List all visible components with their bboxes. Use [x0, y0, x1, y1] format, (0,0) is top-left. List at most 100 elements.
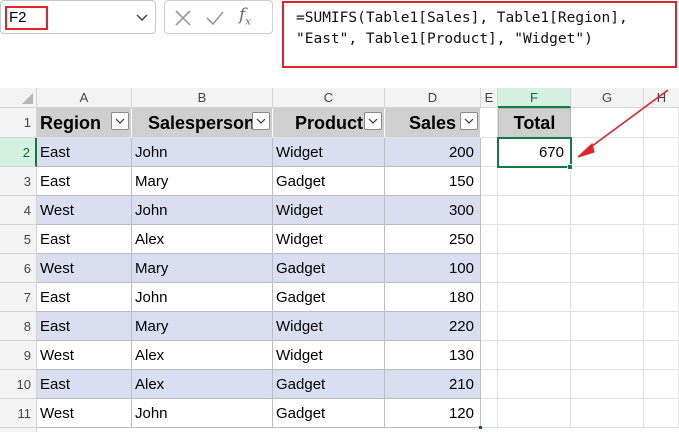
- table-resize-handle[interactable]: [479, 426, 482, 429]
- table-cell[interactable]: 300: [385, 196, 481, 225]
- empty-cell[interactable]: [481, 196, 498, 225]
- column-header-a[interactable]: A: [37, 88, 132, 108]
- empty-cell[interactable]: [498, 283, 571, 312]
- table-cell[interactable]: John: [132, 196, 273, 225]
- table-cell[interactable]: 120: [385, 399, 481, 428]
- table-cell[interactable]: East: [37, 312, 132, 341]
- table-cell[interactable]: Gadget: [273, 370, 385, 399]
- table-cell[interactable]: Alex: [132, 225, 273, 254]
- empty-cell[interactable]: [571, 225, 644, 254]
- table-cell[interactable]: Mary: [132, 167, 273, 196]
- row-header-4[interactable]: 4: [0, 196, 37, 225]
- table-cell[interactable]: John: [132, 399, 273, 428]
- empty-cell[interactable]: [644, 283, 679, 312]
- table-cell[interactable]: Mary: [132, 254, 273, 283]
- empty-cell[interactable]: [481, 312, 498, 341]
- filter-dropdown-icon[interactable]: [364, 112, 382, 130]
- empty-cell[interactable]: [498, 341, 571, 370]
- row-header-11[interactable]: 11: [0, 399, 37, 428]
- empty-cell[interactable]: [571, 312, 644, 341]
- table-cell[interactable]: 100: [385, 254, 481, 283]
- empty-cell[interactable]: [498, 254, 571, 283]
- table-cell[interactable]: Mary: [132, 312, 273, 341]
- table-cell[interactable]: Widget: [273, 312, 385, 341]
- table-header-sales[interactable]: Sales: [385, 108, 481, 138]
- table-cell[interactable]: East: [37, 138, 132, 167]
- empty-cell[interactable]: [498, 196, 571, 225]
- empty-cell[interactable]: [571, 283, 644, 312]
- empty-cell[interactable]: [498, 167, 571, 196]
- table-cell[interactable]: Widget: [273, 341, 385, 370]
- empty-cell[interactable]: [644, 196, 679, 225]
- empty-cell[interactable]: [481, 341, 498, 370]
- empty-cell[interactable]: [644, 167, 679, 196]
- table-cell[interactable]: 180: [385, 283, 481, 312]
- table-cell[interactable]: East: [37, 167, 132, 196]
- table-cell[interactable]: Alex: [132, 341, 273, 370]
- fill-handle[interactable]: [567, 164, 573, 170]
- filter-dropdown-icon[interactable]: [252, 112, 270, 130]
- table-cell[interactable]: 250: [385, 225, 481, 254]
- empty-cell[interactable]: [571, 167, 644, 196]
- table-cell[interactable]: East: [37, 225, 132, 254]
- empty-cell[interactable]: [481, 283, 498, 312]
- column-header-f[interactable]: F: [498, 88, 571, 108]
- table-header-region[interactable]: Region: [37, 108, 132, 138]
- empty-cell[interactable]: [644, 312, 679, 341]
- table-cell[interactable]: West: [37, 341, 132, 370]
- table-cell[interactable]: John: [132, 283, 273, 312]
- table-cell[interactable]: 220: [385, 312, 481, 341]
- chevron-down-icon[interactable]: [135, 10, 149, 24]
- empty-cell[interactable]: [571, 370, 644, 399]
- empty-cell[interactable]: [481, 225, 498, 254]
- table-cell[interactable]: John: [132, 138, 273, 167]
- empty-cell[interactable]: [571, 196, 644, 225]
- formula-bar-input[interactable]: =SUMIFS(Table1[Sales], Table1[Region], "E…: [282, 1, 677, 68]
- table-cell[interactable]: Widget: [273, 196, 385, 225]
- table-cell[interactable]: Widget: [273, 138, 385, 167]
- table-cell[interactable]: Gadget: [273, 167, 385, 196]
- table-header-salesperson[interactable]: Salesperson: [132, 108, 273, 138]
- table-cell[interactable]: 150: [385, 167, 481, 196]
- empty-cell[interactable]: [498, 370, 571, 399]
- empty-cell[interactable]: [644, 370, 679, 399]
- row-header-6[interactable]: 6: [0, 254, 37, 283]
- table-cell[interactable]: West: [37, 399, 132, 428]
- table-cell[interactable]: 200: [385, 138, 481, 167]
- row-header-8[interactable]: 8: [0, 312, 37, 341]
- empty-cell[interactable]: [481, 108, 498, 138]
- cancel-x-icon[interactable]: [173, 9, 193, 27]
- check-icon[interactable]: [205, 9, 225, 27]
- total-value-cell[interactable]: 670: [497, 137, 572, 168]
- empty-cell[interactable]: [481, 167, 498, 196]
- empty-cell[interactable]: [481, 399, 498, 428]
- empty-cell[interactable]: [571, 399, 644, 428]
- filter-dropdown-icon[interactable]: [111, 112, 129, 130]
- table-cell[interactable]: 130: [385, 341, 481, 370]
- empty-cell[interactable]: [644, 254, 679, 283]
- empty-cell[interactable]: [644, 341, 679, 370]
- filter-dropdown-icon[interactable]: [460, 112, 478, 130]
- empty-cell[interactable]: [644, 225, 679, 254]
- empty-cell[interactable]: [644, 399, 679, 428]
- empty-cell[interactable]: [571, 254, 644, 283]
- table-cell[interactable]: Gadget: [273, 399, 385, 428]
- table-cell[interactable]: West: [37, 254, 132, 283]
- function-fx-icon[interactable]: fx: [239, 5, 251, 27]
- column-header-b[interactable]: B: [132, 88, 273, 108]
- row-header-3[interactable]: 3: [0, 167, 37, 196]
- empty-cell[interactable]: [498, 399, 571, 428]
- empty-cell[interactable]: [481, 254, 498, 283]
- empty-cell[interactable]: [498, 225, 571, 254]
- empty-cell[interactable]: [571, 341, 644, 370]
- table-cell[interactable]: 210: [385, 370, 481, 399]
- empty-cell[interactable]: [498, 312, 571, 341]
- empty-cell[interactable]: [481, 138, 498, 167]
- row-header-5[interactable]: 5: [0, 225, 37, 254]
- table-cell[interactable]: Alex: [132, 370, 273, 399]
- table-cell[interactable]: Gadget: [273, 254, 385, 283]
- table-header-product[interactable]: Product: [273, 108, 385, 138]
- total-header[interactable]: Total: [498, 108, 571, 138]
- row-header-2[interactable]: 2: [0, 138, 37, 167]
- row-header-7[interactable]: 7: [0, 283, 37, 312]
